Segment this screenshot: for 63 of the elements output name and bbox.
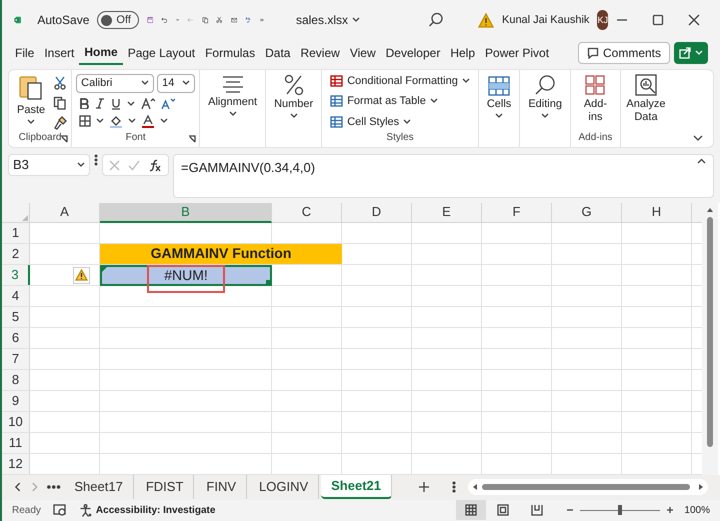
- column-header[interactable]: C: [272, 202, 342, 223]
- number-button[interactable]: Number: [270, 74, 318, 119]
- formula-field[interactable]: =GAMMAINV(0.34,4,0): [173, 154, 714, 198]
- row-header[interactable]: 6: [2, 328, 30, 348]
- ribbon-tab[interactable]: Formulas: [200, 41, 260, 66]
- sheet-tab[interactable]: Sheet17: [64, 475, 134, 500]
- add-ins-button[interactable]: Add-ins: [574, 74, 616, 124]
- file-name-button[interactable]: sales.xlsx: [296, 11, 360, 30]
- column-header[interactable]: E: [412, 202, 482, 223]
- conditional-formatting-button[interactable]: Conditional Formatting: [330, 72, 470, 90]
- ribbon-tab[interactable]: View: [344, 41, 381, 66]
- ribbon-tab[interactable]: Review: [295, 41, 345, 66]
- ribbon-tab[interactable]: Page Layout: [122, 41, 200, 66]
- error-value: #NUM!: [164, 266, 208, 284]
- status-text: Ready: [12, 504, 41, 518]
- ribbon-tab[interactable]: Help: [445, 41, 480, 66]
- ribbon-tab[interactable]: Developer: [380, 41, 446, 66]
- format-as-table-button[interactable]: Format as Table: [330, 93, 470, 110]
- row-header[interactable]: 3: [2, 264, 30, 285]
- group-label: Add-ins: [578, 131, 612, 146]
- group-label: Styles: [386, 131, 414, 146]
- row-header[interactable]: 5: [2, 306, 30, 327]
- row-header[interactable]: 9: [2, 390, 30, 411]
- row-header[interactable]: 12: [2, 454, 30, 474]
- column-header[interactable]: H: [622, 202, 692, 223]
- ribbon-tab[interactable]: Power Pivot: [480, 41, 554, 66]
- group-label: Font: [126, 131, 146, 146]
- row-header[interactable]: 2: [2, 244, 30, 264]
- paste-button[interactable]: Paste: [13, 74, 50, 125]
- row-header[interactable]: 1: [2, 222, 30, 243]
- zoom-percentage[interactable]: 100%: [684, 502, 710, 518]
- sheet-tab[interactable]: Sheet21: [321, 475, 392, 500]
- ribbon-tab[interactable]: Insert: [39, 41, 80, 66]
- cells-button[interactable]: Cells: [482, 74, 516, 119]
- row-header[interactable]: 4: [2, 286, 30, 306]
- user-name: Kunal Jai Kaushik: [502, 13, 590, 28]
- sheet-tab[interactable]: FINV: [196, 475, 248, 500]
- row-header[interactable]: 7: [2, 348, 30, 369]
- autosave-toggle[interactable]: Off: [97, 11, 139, 30]
- row-header[interactable]: 8: [2, 370, 30, 390]
- column-header[interactable]: G: [552, 202, 622, 223]
- group-label: Clipboard: [18, 131, 62, 146]
- ribbon-tab[interactable]: File: [10, 41, 40, 66]
- analyze-data-button[interactable]: Analyze Data: [620, 74, 672, 124]
- ribbon-tab[interactable]: Data: [260, 41, 296, 66]
- row-header[interactable]: 11: [2, 432, 30, 453]
- cell-styles-button[interactable]: Cell Styles: [330, 114, 470, 130]
- row-header[interactable]: 10: [2, 412, 30, 432]
- accessibility-button[interactable]: Accessibility: Investigate: [78, 502, 216, 518]
- sheet-tab[interactable]: FDIST: [136, 475, 194, 500]
- sheet-tab[interactable]: LOGINV: [249, 475, 320, 500]
- column-header[interactable]: D: [342, 202, 412, 223]
- name-box[interactable]: B3: [8, 154, 90, 176]
- user-avatar[interactable]: KJ: [597, 10, 608, 30]
- ribbon-tab[interactable]: Home: [79, 41, 123, 66]
- autosave-label: AutoSave: [37, 12, 90, 30]
- font-name-field[interactable]: Calibri: [76, 74, 154, 93]
- column-header[interactable]: F: [482, 202, 552, 223]
- comments-button[interactable]: Comments: [578, 42, 670, 64]
- editing-button[interactable]: Editing: [524, 74, 566, 119]
- table-title-cell: GAMMAINV Function: [100, 244, 342, 264]
- font-size-field[interactable]: 14: [157, 74, 196, 93]
- alignment-button[interactable]: Alignment: [204, 74, 262, 117]
